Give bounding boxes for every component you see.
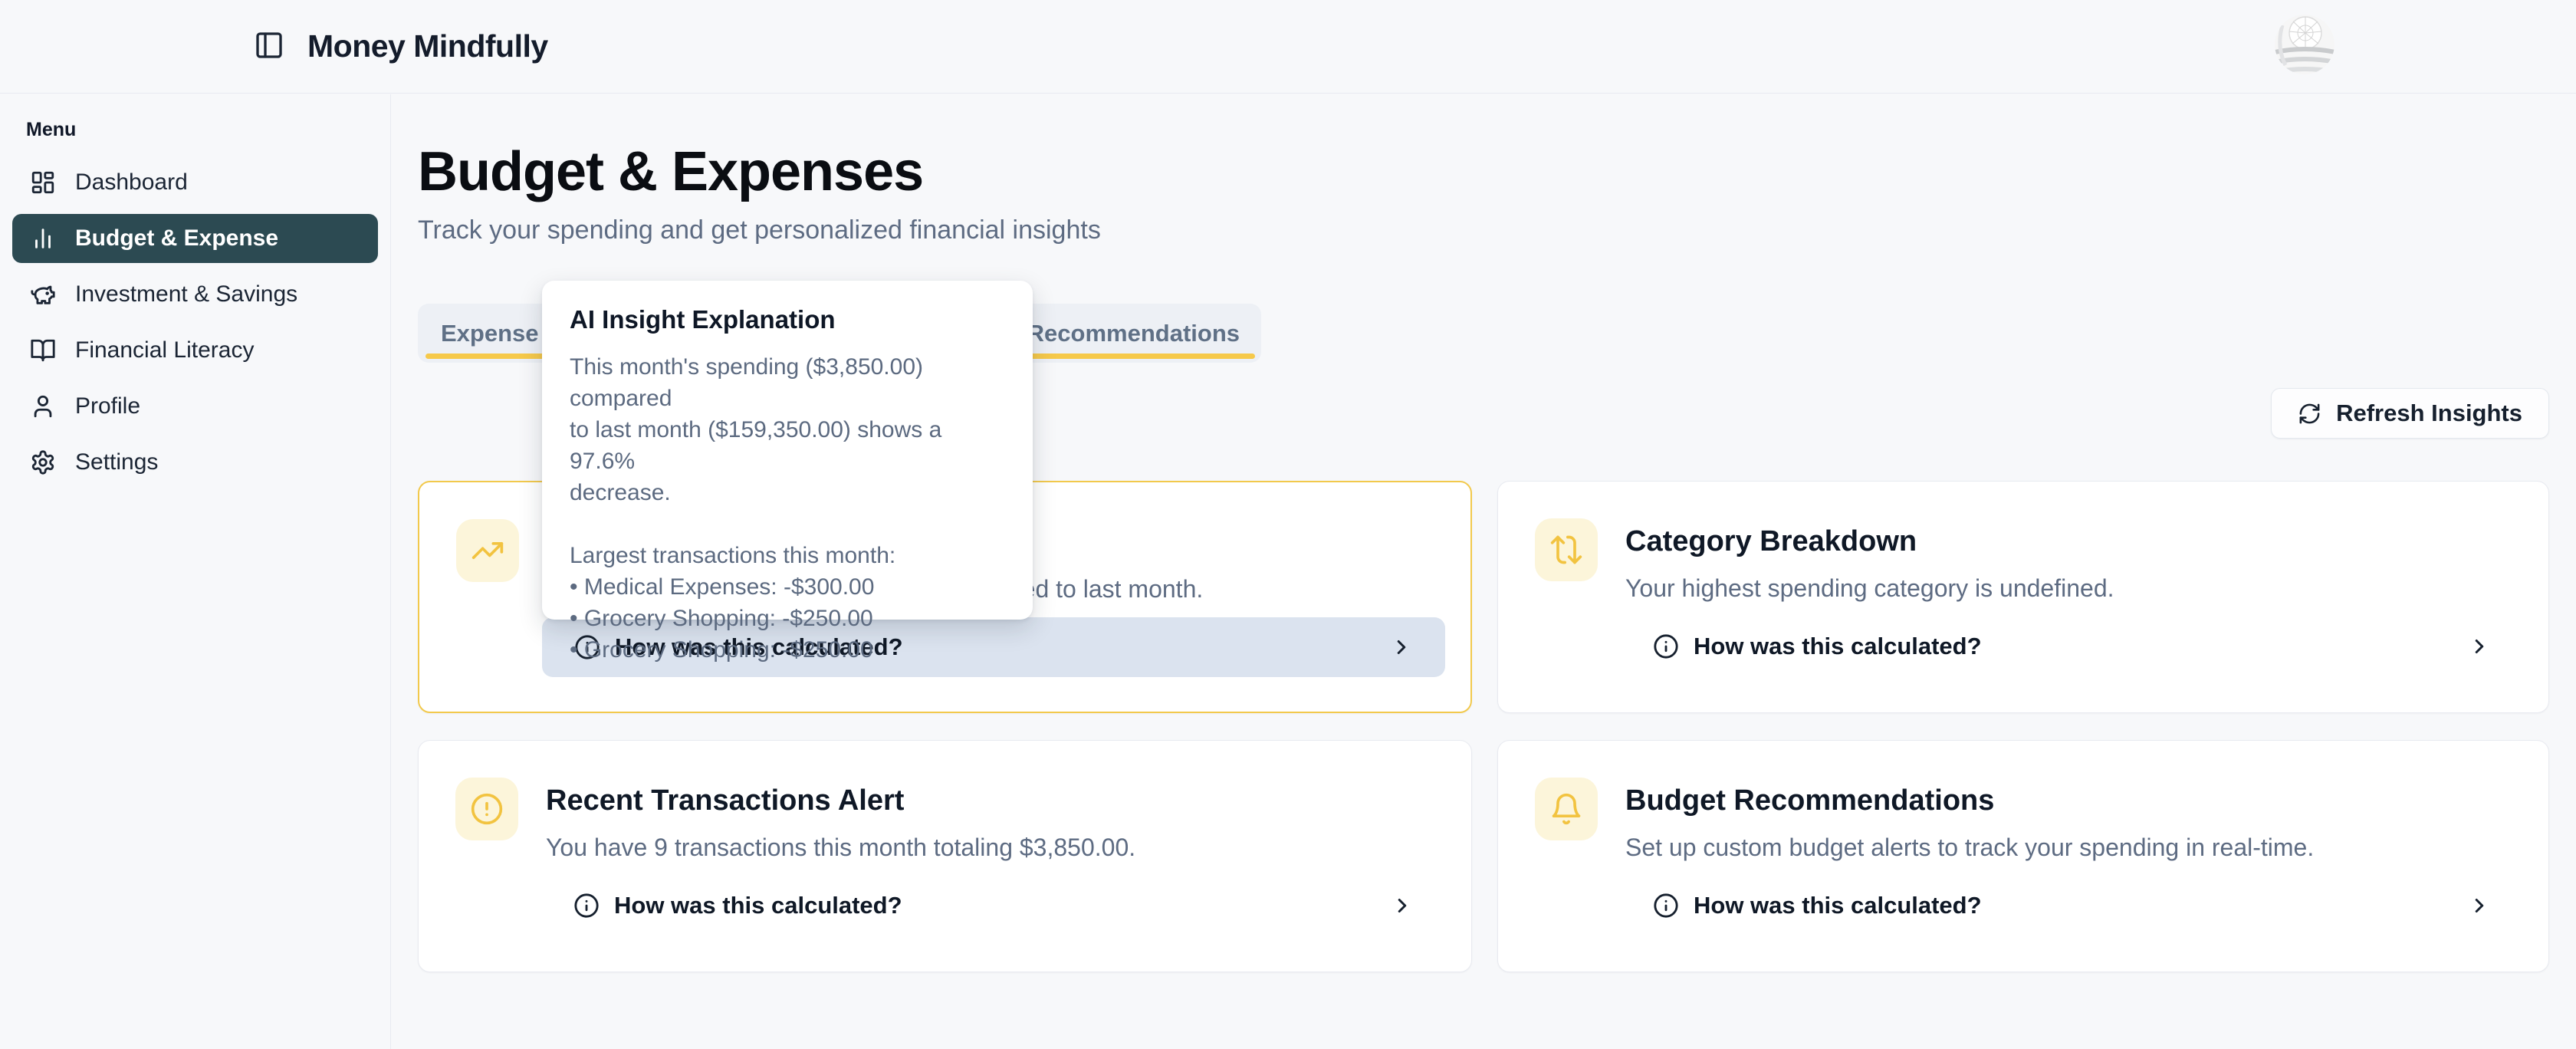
sidebar-item-label: Financial Literacy bbox=[75, 337, 254, 363]
info-icon bbox=[1653, 633, 1679, 659]
sidebar-item-settings[interactable]: Settings bbox=[12, 438, 378, 487]
sidebar-toggle-button[interactable] bbox=[249, 27, 289, 67]
bell-icon bbox=[1535, 778, 1598, 840]
app-root: Money Mindfully Menu bbox=[0, 0, 2576, 1049]
sidebar-item-financial-literacy[interactable]: Financial Literacy bbox=[12, 326, 378, 375]
how-was-this-calculated-label: How was this calculated? bbox=[1694, 633, 1982, 660]
card-subtitle: You have 9 transactions this month total… bbox=[546, 834, 1135, 862]
sidebar-item-budget-expense[interactable]: Budget & Expense bbox=[12, 214, 378, 263]
how-was-this-calculated-button[interactable]: How was this calculated? bbox=[1621, 617, 2523, 676]
card-category-breakdown: Category Breakdown Your highest spending… bbox=[1497, 481, 2549, 713]
tooltip-body: This month's spending ($3,850.00) compar… bbox=[570, 351, 1005, 666]
panel-left-icon bbox=[254, 30, 284, 63]
sidebar-item-label: Settings bbox=[75, 449, 158, 475]
sidebar-section-label: Menu bbox=[26, 119, 378, 141]
sidebar-item-dashboard[interactable]: Dashboard bbox=[12, 158, 378, 207]
refresh-insights-button[interactable]: Refresh Insights bbox=[2271, 388, 2549, 439]
piggy-bank-icon bbox=[29, 281, 57, 308]
avatar-image bbox=[2275, 15, 2334, 74]
page-title: Budget & Expenses bbox=[418, 141, 923, 202]
chevron-right-icon bbox=[1391, 894, 1414, 917]
card-title: Recent Transactions Alert bbox=[546, 784, 904, 817]
sidebar: Menu Dashboard Budget & Expense Investme… bbox=[0, 94, 391, 1049]
book-open-icon bbox=[29, 337, 57, 364]
user-avatar[interactable] bbox=[2275, 15, 2334, 74]
app-header: Money Mindfully bbox=[0, 0, 2576, 94]
sidebar-item-investment-savings[interactable]: Investment & Savings bbox=[12, 270, 378, 319]
sidebar-item-label: Dashboard bbox=[75, 169, 188, 196]
card-recent-transactions-alert: Recent Transactions Alert You have 9 tra… bbox=[418, 740, 1472, 972]
page-subtitle: Track your spending and get personalized… bbox=[418, 215, 1101, 245]
gear-icon bbox=[29, 449, 57, 476]
card-title: Budget Recommendations bbox=[1625, 784, 1994, 817]
sidebar-item-label: Profile bbox=[75, 393, 140, 419]
sidebar-item-label: Investment & Savings bbox=[75, 281, 297, 307]
refresh-insights-label: Refresh Insights bbox=[2336, 400, 2522, 427]
how-was-this-calculated-button[interactable]: How was this calculated? bbox=[1621, 876, 2523, 936]
user-icon bbox=[29, 393, 57, 420]
how-was-this-calculated-button[interactable]: How was this calculated? bbox=[541, 876, 1446, 936]
sidebar-item-label: Budget & Expense bbox=[75, 225, 278, 252]
alert-circle-icon bbox=[455, 778, 518, 840]
dashboard-icon bbox=[29, 169, 57, 196]
card-subtitle: Set up custom budget alerts to track you… bbox=[1625, 834, 2314, 862]
chevron-right-icon bbox=[2468, 635, 2491, 658]
card-title: Category Breakdown bbox=[1625, 525, 1917, 558]
refresh-icon bbox=[2298, 402, 2321, 426]
card-subtitle: Your highest spending category is undefi… bbox=[1625, 574, 2114, 603]
card-budget-recommendations: Budget Recommendations Set up custom bud… bbox=[1497, 740, 2549, 972]
ai-insight-tooltip: AI Insight Explanation This month's spen… bbox=[542, 281, 1033, 620]
how-was-this-calculated-label: How was this calculated? bbox=[1694, 892, 1982, 919]
info-icon bbox=[1653, 893, 1679, 919]
sidebar-item-profile[interactable]: Profile bbox=[12, 382, 378, 431]
bar-chart-icon bbox=[29, 225, 57, 252]
info-icon bbox=[573, 893, 600, 919]
trending-up-icon bbox=[456, 519, 519, 582]
chevron-right-icon bbox=[1390, 636, 1413, 659]
chevron-right-icon bbox=[2468, 894, 2491, 917]
app-title: Money Mindfully bbox=[307, 28, 548, 64]
tooltip-title: AI Insight Explanation bbox=[570, 305, 1005, 334]
repeat-icon bbox=[1535, 518, 1598, 581]
how-was-this-calculated-label: How was this calculated? bbox=[614, 892, 902, 919]
